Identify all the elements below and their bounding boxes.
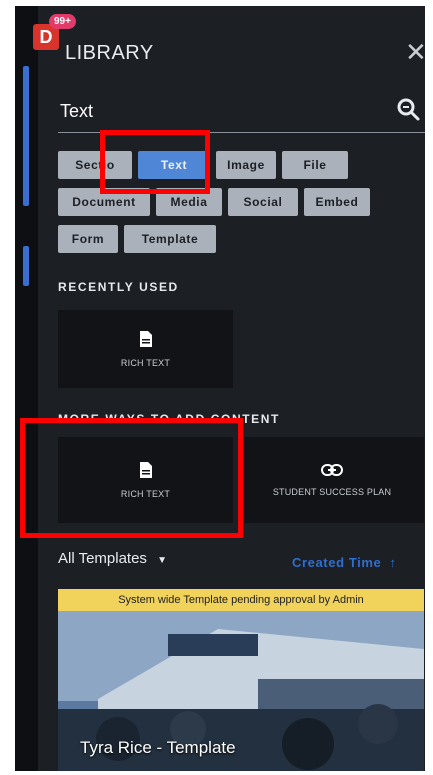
rich-text-tile[interactable]: RICH TEXT [58, 437, 233, 523]
filter-chip-template[interactable]: Template [124, 225, 216, 253]
filter-chip-document[interactable]: Document [58, 188, 150, 216]
document-icon [139, 331, 152, 347]
recently-used-heading: RECENTLY USED [58, 280, 179, 294]
filter-chip-media[interactable]: Media [156, 188, 222, 216]
tile-label: RICH TEXT [120, 489, 171, 499]
approval-banner: System wide Template pending approval by… [58, 589, 424, 611]
filter-chip-text[interactable]: Text [138, 151, 210, 179]
caret-down-icon: ▼ [157, 555, 168, 566]
document-icon [139, 462, 152, 478]
recent-rich-text-tile[interactable]: RICH TEXT [58, 310, 233, 388]
tile-label: STUDENT SUCCESS PLAN [272, 487, 392, 497]
search-icon[interactable] [395, 96, 421, 122]
filter-chip-form[interactable]: Form [58, 225, 118, 253]
arrow-up-icon: ↑ [389, 555, 397, 570]
template-card[interactable]: System wide Template pending approval by… [58, 589, 424, 771]
filter-chip-section[interactable]: Sectio [58, 151, 132, 179]
background-accent-bar [23, 246, 29, 286]
panel-title: LIBRARY [65, 42, 154, 64]
app-frame: D 99+ LIBRARY ✕ Sectio Text Image File D… [15, 6, 425, 771]
more-ways-heading: MORE WAYS TO ADD CONTENT [58, 412, 280, 426]
filter-chip-file[interactable]: File [282, 151, 348, 179]
student-success-plan-tile[interactable]: STUDENT SUCCESS PLAN [240, 437, 424, 523]
search-input[interactable] [58, 94, 382, 128]
filter-chip-image[interactable]: Image [216, 151, 276, 179]
filter-chip-embed[interactable]: Embed [304, 188, 370, 216]
templates-dropdown-label: All Templates [58, 550, 147, 567]
link-icon [321, 464, 343, 476]
notification-badge[interactable]: 99+ [49, 14, 76, 29]
template-name: Tyra Rice - Template [80, 738, 236, 757]
tile-label: RICH TEXT [120, 358, 171, 368]
filter-chip-social[interactable]: Social [228, 188, 298, 216]
close-icon[interactable]: ✕ [405, 39, 425, 65]
sort-label: Created Time [292, 555, 382, 570]
templates-dropdown[interactable]: All Templates ▼ [58, 550, 167, 567]
background-accent-bar [23, 66, 29, 206]
search-bar [58, 94, 425, 133]
sort-created-time[interactable]: Created Time ↑ [292, 555, 397, 570]
